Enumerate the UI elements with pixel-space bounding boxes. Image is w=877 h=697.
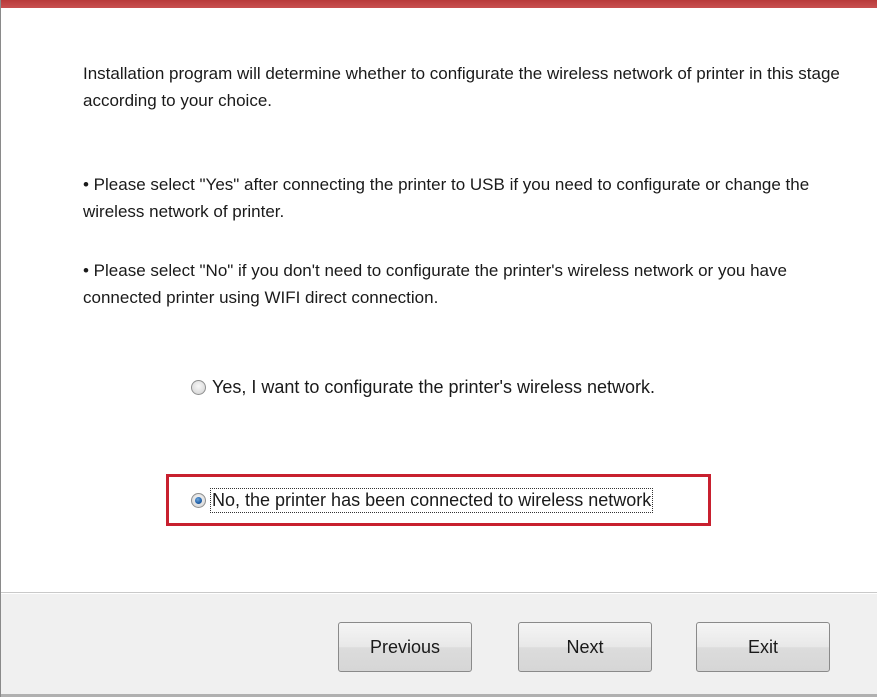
radio-checked-icon[interactable] (191, 492, 206, 508)
previous-button[interactable]: Previous (338, 622, 472, 672)
intro-text: Installation program will determine whet… (83, 64, 840, 110)
radio-option-no-label: No, the printer has been connected to wi… (209, 487, 654, 513)
title-accent-bar (1, 0, 877, 8)
radio-unchecked-icon[interactable] (191, 379, 206, 395)
next-button[interactable]: Next (518, 622, 652, 672)
radio-option-no[interactable]: No, the printer has been connected to wi… (191, 485, 654, 515)
installer-window: Installation program will determine whet… (0, 0, 877, 697)
exit-button[interactable]: Exit (696, 622, 830, 672)
button-bar: Previous Next Exit (1, 592, 877, 697)
radio-option-yes[interactable]: Yes, I want to configurate the printer's… (191, 372, 655, 402)
no-instruction-text: • Please select "No" if you don't need t… (83, 261, 787, 307)
footer-divider (1, 593, 877, 594)
radio-option-yes-label: Yes, I want to configurate the printer's… (212, 376, 655, 397)
yes-instruction-text: • Please select "Yes" after connecting t… (83, 175, 810, 221)
